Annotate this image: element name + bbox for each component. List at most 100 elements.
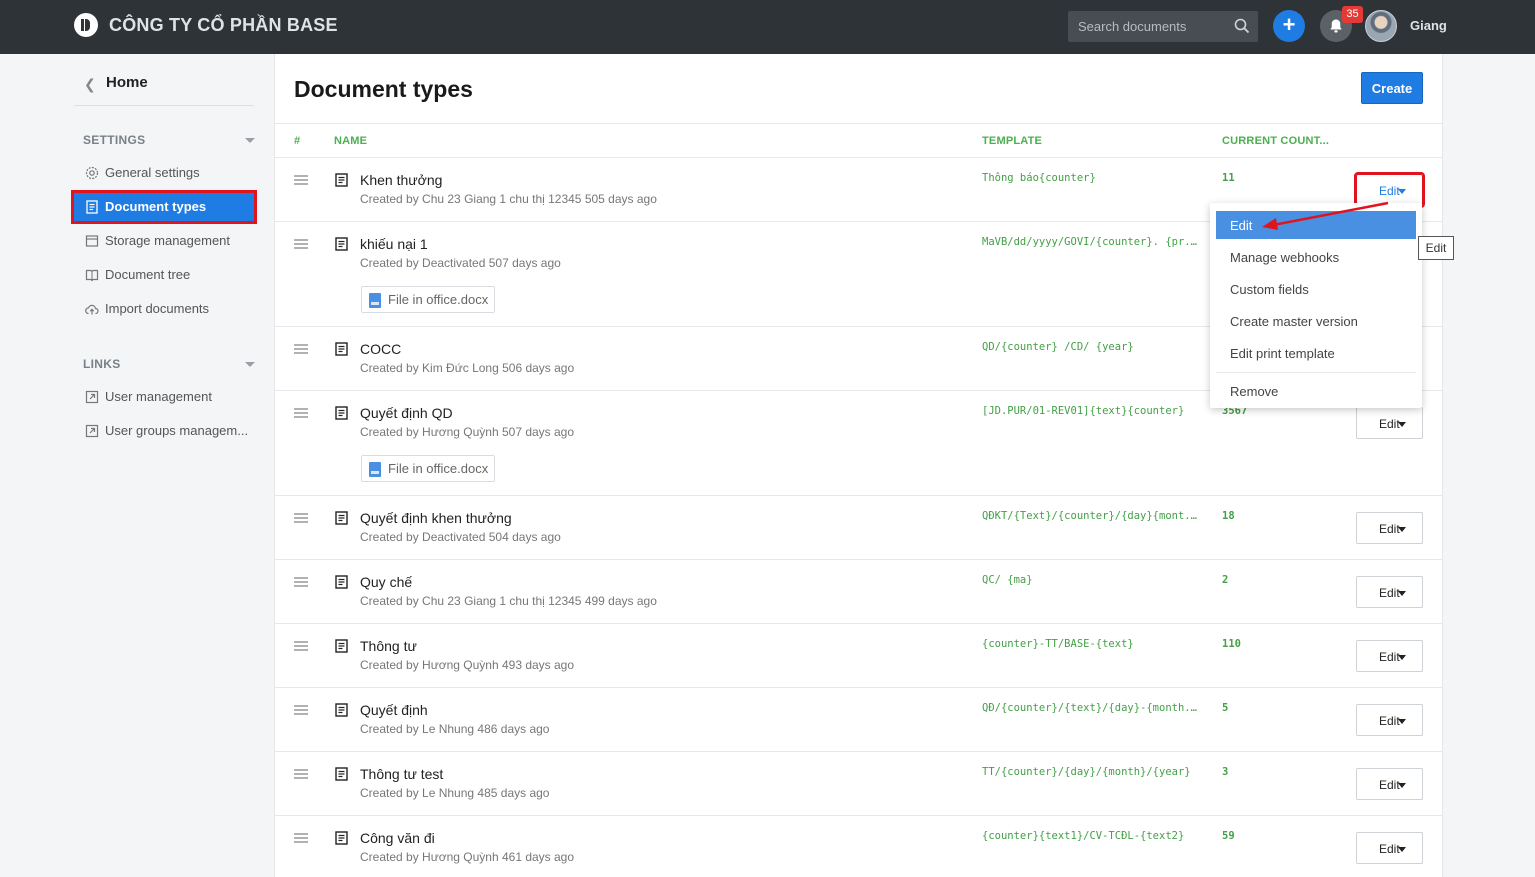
links-collapse-caret-icon[interactable] [245,362,255,367]
menu-item-label: Custom fields [1230,282,1309,297]
sidebar-item-general-settings[interactable]: General settings [74,159,254,187]
table-row[interactable]: Thông tư test Created by Le Nhung 485 day… [275,752,1443,816]
attachment-chip[interactable]: File in office.docx [361,455,496,482]
drag-handle-icon[interactable] [294,833,308,843]
table-row[interactable]: Công văn đi Created by Hương Quỳnh 461 da… [275,816,1443,877]
sidebar-item-storage-management[interactable]: Storage management [74,227,254,255]
edit-button-label: Edit [1379,417,1400,431]
sidebar-item-label: Import documents [105,301,210,316]
sidebar-item-document-tree[interactable]: Document tree [74,261,254,289]
table-row[interactable]: Quyết định khen thưởng Created by Deactiv… [275,496,1443,560]
attachment-chip[interactable]: File in office.docx [361,286,496,313]
document-type-name[interactable]: Quy chế [360,574,412,590]
sidebar-item-user-management[interactable]: User management [74,383,254,411]
table-row[interactable]: Thông tư Created by Hương Quỳnh 493 days … [275,624,1443,688]
drag-handle-icon[interactable] [294,769,308,779]
document-type-name[interactable]: khiếu nại 1 [360,236,428,252]
avatar[interactable] [1365,10,1397,42]
document-type-template: QĐ/{counter}/{text}/{day}-{month... [982,702,1202,714]
edit-dropdown-button[interactable]: Edit [1356,640,1423,672]
document-type-meta: Created by Hương Quỳnh 507 days ago [360,425,575,439]
drag-handle-icon[interactable] [294,408,308,418]
home-link[interactable]: ❮ Home [74,66,254,106]
menu-item-edit[interactable]: Edit [1216,211,1416,239]
edit-button-label: Edit [1379,842,1400,856]
company-name[interactable]: CÔNG TY CỔ PHẦN BASE [109,15,338,36]
table-row[interactable]: Quyết định Created by Le Nhung 486 days a… [275,688,1443,752]
edit-dropdown-button[interactable]: Edit [1356,407,1423,439]
drag-handle-icon[interactable] [294,513,308,523]
edit-dropdown-button[interactable]: Edit [1356,832,1423,864]
menu-item-create-master-version[interactable]: Create master version [1216,307,1416,335]
edit-dropdown-button[interactable]: Edit [1356,768,1423,800]
search-input[interactable] [1068,11,1228,42]
document-type-counter: 3 [1222,766,1229,778]
sidebar-item-user-groups-management[interactable]: User groups managem... [74,417,254,445]
drag-handle-icon[interactable] [294,175,308,185]
caret-down-icon [1398,591,1406,596]
settings-section-title[interactable]: SETTINGS [83,133,145,147]
column-header-current-count[interactable]: CURRENT COUNT... [1222,135,1329,147]
document-type-template: {counter}{text1}/CV-TCĐL-{text2} [982,830,1185,842]
add-button[interactable]: + [1273,10,1305,42]
drag-handle-icon[interactable] [294,344,308,354]
menu-item-label: Create master version [1230,314,1358,329]
document-type-name[interactable]: Khen thưởng [360,172,442,188]
edit-button-label: Edit [1379,522,1400,536]
document-type-name[interactable]: Quyết định QD [360,405,453,421]
book-icon [85,269,99,282]
document-type-name[interactable]: Thông tư [360,638,417,654]
company-logo-icon[interactable] [74,13,98,37]
column-header-template[interactable]: TEMPLATE [982,135,1042,147]
table-row[interactable]: Quy chế Created by Chu 23 Giang 1 chu thị… [275,560,1443,624]
edit-dropdown-button[interactable]: Edit [1356,704,1423,736]
caret-down-icon [1398,422,1406,427]
drag-handle-icon[interactable] [294,239,308,249]
document-type-name[interactable]: Thông tư test [360,766,443,782]
menu-item-manage-webhooks[interactable]: Manage webhooks [1216,243,1416,271]
document-icon [335,831,348,845]
document-icon [335,342,348,356]
sidebar-item-label: General settings [105,165,200,180]
username[interactable]: Giang [1410,18,1447,33]
document-type-counter: 18 [1222,510,1235,522]
home-label: Home [106,74,148,91]
cloud-upload-icon [85,304,99,315]
edit-dropdown-button[interactable]: Edit [1356,576,1423,608]
drag-handle-icon[interactable] [294,705,308,715]
attachment-filename: File in office.docx [388,461,489,476]
document-type-name[interactable]: COCC [360,341,401,357]
sidebar-item-label: Document types [105,199,207,214]
document-type-template: {counter}-TT/BASE-{text} [982,638,1134,650]
storage-icon [85,235,99,247]
document-icon [335,767,348,781]
table-header: # NAME TEMPLATE CURRENT COUNT... [275,123,1443,158]
sidebar-item-document-types[interactable]: Document types [71,190,257,224]
menu-item-custom-fields[interactable]: Custom fields [1216,275,1416,303]
menu-item-label: Manage webhooks [1230,250,1340,265]
document-type-meta: Created by Le Nhung 485 days ago [360,786,550,800]
caret-down-icon [1398,783,1406,788]
document-type-name[interactable]: Quyết định [360,702,428,718]
menu-item-remove[interactable]: Remove [1216,377,1416,405]
drag-handle-icon[interactable] [294,641,308,651]
sidebar-item-import-documents[interactable]: Import documents [74,295,254,323]
chevron-left-icon: ❮ [84,76,96,92]
document-type-template: Thông báo{counter} [982,172,1096,184]
menu-item-edit-print-template[interactable]: Edit print template [1216,339,1416,367]
edit-dropdown-button[interactable]: Edit [1354,172,1425,208]
document-type-name[interactable]: Công văn đi [360,830,435,846]
caret-down-icon [1398,189,1406,194]
column-header-name[interactable]: NAME [334,135,367,147]
drag-handle-icon[interactable] [294,577,308,587]
edit-button-label: Edit [1379,586,1400,600]
settings-collapse-caret-icon[interactable] [245,138,255,143]
create-button[interactable]: Create [1361,72,1423,104]
external-link-icon [85,424,99,438]
docx-file-icon [369,293,381,308]
links-section-title[interactable]: LINKS [83,357,121,371]
search-icon[interactable] [1234,18,1250,34]
document-type-name[interactable]: Quyết định khen thưởng [360,510,512,526]
edit-dropdown-button[interactable]: Edit [1356,512,1423,544]
document-type-template: QC/ {ma} [982,574,1033,586]
